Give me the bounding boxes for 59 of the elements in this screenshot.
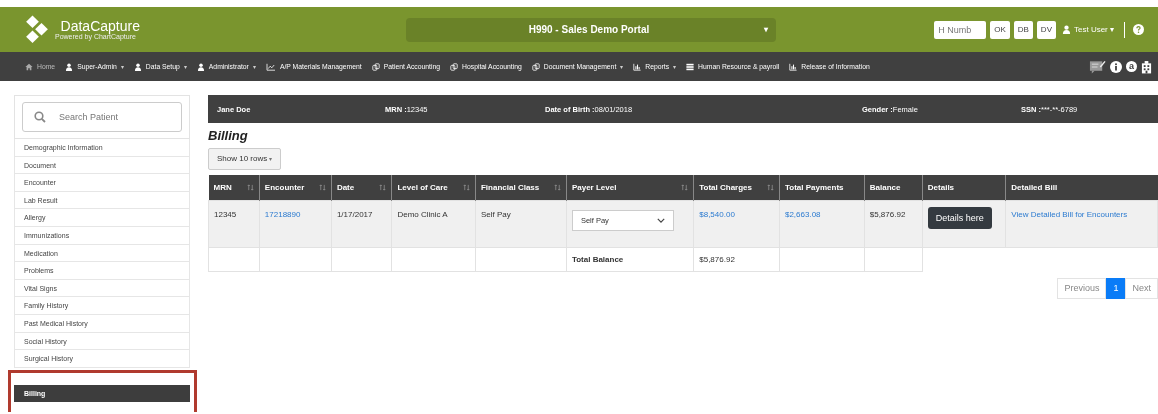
chevron-icon <box>656 217 665 223</box>
pagination-button[interactable]: 1 <box>1106 277 1126 299</box>
column-header[interactable]: Detailed Bill <box>1005 174 1158 200</box>
table-link[interactable]: View Detailed Bill for Encounters <box>1011 209 1128 219</box>
table-link[interactable]: 17218890 <box>264 209 301 219</box>
home-icon <box>25 62 33 71</box>
column-header[interactable]: Date <box>331 174 392 200</box>
total-label: Total Balance <box>566 247 694 271</box>
logo-text: DataCapture <box>60 19 140 34</box>
search-field[interactable]: Search Patient <box>22 102 182 132</box>
table-cell: 12345 <box>208 200 260 247</box>
column-header[interactable]: Total Payments <box>779 174 865 200</box>
table-cell: Self Pay <box>475 200 567 247</box>
column-header[interactable]: Balance <box>864 174 923 200</box>
page-title: Billing <box>208 128 249 143</box>
header-button[interactable]: DV <box>1036 20 1056 39</box>
column-header[interactable]: Financial Class <box>475 174 567 200</box>
column-header[interactable]: Payer Level <box>566 174 694 200</box>
letter-icon[interactable]: a <box>1126 61 1137 72</box>
column-header[interactable]: Encounter <box>259 174 332 200</box>
sort-icon[interactable] <box>553 183 561 191</box>
list-icon <box>686 62 695 71</box>
sort-icon[interactable] <box>681 183 689 191</box>
message-icon[interactable] <box>1089 59 1106 74</box>
sort-icon[interactable] <box>379 183 387 191</box>
column-header[interactable]: MRN <box>208 174 260 200</box>
user-icon <box>133 62 142 71</box>
info-icon[interactable] <box>1110 60 1122 73</box>
sort-icon[interactable] <box>766 183 774 191</box>
details-button[interactable]: Details here <box>927 206 992 229</box>
table-cell: Demo Clinic A <box>391 200 476 247</box>
line-chart-icon <box>265 62 276 71</box>
sort-icon[interactable] <box>318 183 326 191</box>
header-button[interactable]: DB <box>1013 20 1033 39</box>
user-icon <box>196 62 205 71</box>
bar-chart-icon <box>789 62 798 71</box>
h-number-field[interactable]: H Numb <box>934 20 987 39</box>
table-cell: 1/17/2017 <box>331 200 392 247</box>
copy-icon <box>450 62 459 71</box>
column-header[interactable]: Details <box>922 174 1006 200</box>
total-value: $5,876.92 <box>693 247 780 271</box>
sort-icon[interactable] <box>246 183 254 191</box>
pagination-button[interactable]: Previous <box>1057 277 1107 299</box>
table-link[interactable]: $2,663.08 <box>784 209 821 219</box>
header-button[interactable]: OK <box>990 20 1010 39</box>
table-cell: $5,876.92 <box>864 200 923 247</box>
copy-icon <box>371 62 380 71</box>
building-icon[interactable] <box>1141 59 1152 74</box>
column-header[interactable]: Level of Care <box>391 174 476 200</box>
portal-select[interactable]: H990 - Sales Demo Portal ▾ <box>406 17 776 42</box>
table-link[interactable]: $8,540.00 <box>699 209 735 219</box>
sort-icon[interactable] <box>463 183 470 191</box>
user-icon <box>65 62 74 71</box>
user-icon <box>1062 25 1071 34</box>
column-header[interactable]: Total Charges <box>693 174 780 200</box>
bar-chart-icon <box>633 62 642 71</box>
pagination-button[interactable]: Next <box>1125 277 1158 299</box>
help-icon[interactable] <box>1133 24 1144 35</box>
copy-icon <box>531 62 540 71</box>
